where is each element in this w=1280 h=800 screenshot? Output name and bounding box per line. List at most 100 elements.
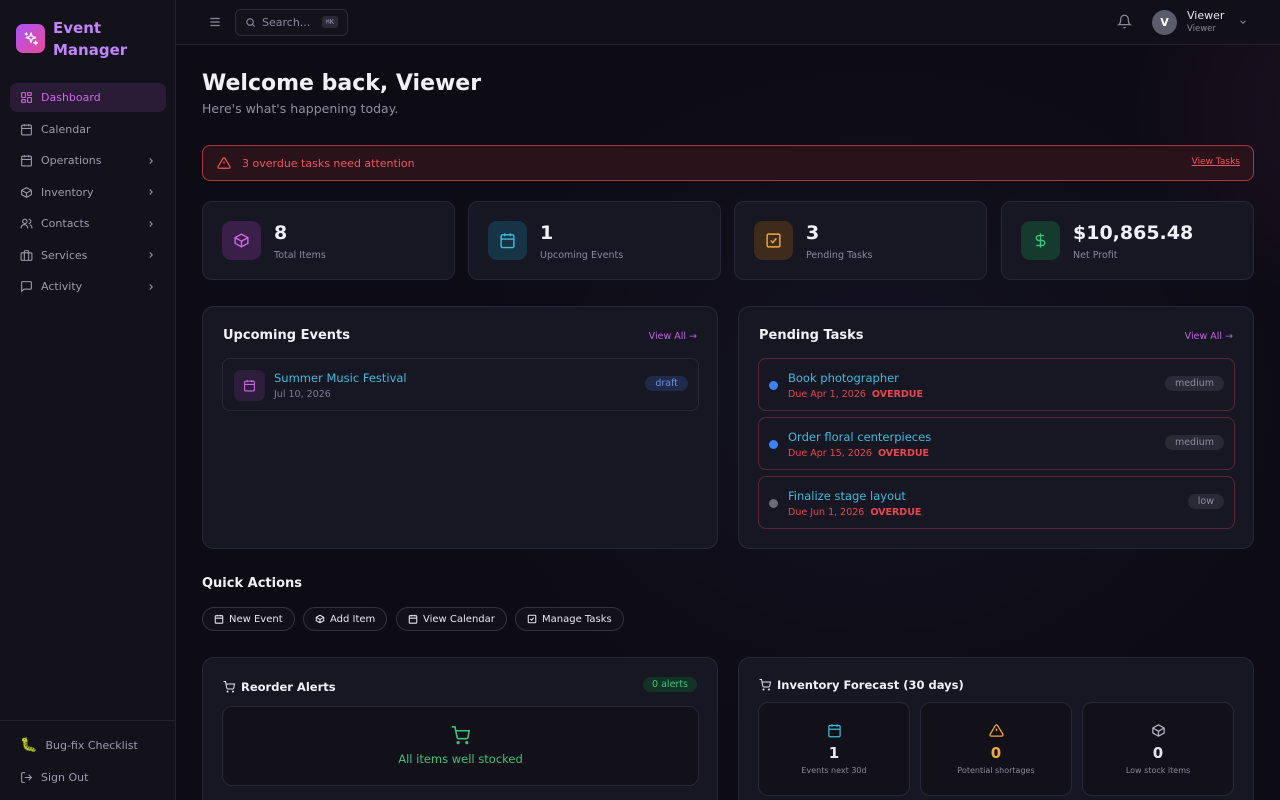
package-icon (1152, 724, 1165, 737)
chevron-right-icon (149, 252, 153, 258)
calendar-icon (21, 123, 32, 135)
forecast-card-low-stock: 0 Low stock items (1082, 702, 1234, 796)
bug-icon: 🐛 (20, 737, 38, 753)
task-name[interactable]: Finalize stage layout (788, 489, 906, 503)
button-label: New Event (229, 613, 283, 625)
calendar-icon (488, 221, 527, 260)
task-row[interactable]: Finalize stage layout Due Jun 1, 2026 OVE… (758, 476, 1235, 529)
stat-card-net-profit[interactable]: $10,865.48 Net Profit (1001, 201, 1254, 280)
priority-badge: low (1187, 494, 1224, 509)
bug-fix-checklist-link[interactable]: 🐛 Bug-fix Checklist (0, 729, 176, 761)
quick-actions-title: Quick Actions (202, 576, 303, 591)
dollar-sign-icon (1021, 221, 1060, 260)
sidebar-footer: 🐛 Bug-fix Checklist Sign Out (0, 720, 176, 793)
task-due-date: Due Apr 15, 2026 (788, 448, 872, 459)
sidebar-item-calendar[interactable]: Calendar (10, 115, 166, 144)
view-calendar-button[interactable]: View Calendar (396, 607, 507, 631)
priority-badge: medium (1164, 435, 1224, 450)
pending-tasks-panel: Pending Tasks View All → Book photograph… (738, 306, 1254, 549)
view-all-tasks-link[interactable]: View All → (1185, 331, 1233, 342)
sidebar-item-label: Calendar (41, 122, 91, 136)
sidebar-nav: Dashboard Calendar Operations Inventory … (10, 83, 166, 304)
task-due: Due Apr 15, 2026 OVERDUE (788, 448, 929, 459)
chevron-right-icon (149, 157, 153, 164)
stat-value: 3 (806, 222, 820, 244)
topbar: Search... ⌘K V Viewer Viewer (176, 0, 1280, 45)
package-icon (315, 614, 325, 624)
reorder-alerts-panel: Reorder Alerts 0 alerts All items well s… (202, 657, 718, 800)
task-row[interactable]: Book photographer Due Apr 1, 2026 OVERDUE… (758, 358, 1235, 411)
bell-icon[interactable] (1117, 14, 1132, 29)
shopping-cart-icon (451, 726, 470, 745)
package-icon (222, 221, 261, 260)
calendar-icon (214, 614, 224, 624)
priority-dot (769, 499, 778, 508)
alert-message: 3 overdue tasks need attention (242, 156, 415, 170)
task-name[interactable]: Order floral centerpieces (788, 430, 931, 444)
sidebar: Event Manager Dashboard Calendar Operati… (0, 0, 176, 800)
sidebar-item-inventory[interactable]: Inventory (10, 178, 166, 207)
empty-state: All items well stocked (222, 706, 699, 786)
forecast-title: Inventory Forecast (30 days) (777, 678, 964, 692)
sidebar-item-label: Operations (41, 154, 102, 167)
briefcase-icon (20, 249, 33, 261)
calendar-clock-icon (21, 155, 32, 167)
chevron-right-icon (149, 220, 153, 227)
warning-triangle-icon (989, 724, 1004, 737)
alerts-count-badge: 0 alerts (643, 677, 697, 692)
reorder-alerts-title: Reorder Alerts (241, 680, 336, 694)
overdue-alert-banner: 3 overdue tasks need attention View Task… (202, 145, 1254, 181)
avatar[interactable]: V (1152, 10, 1177, 35)
sidebar-item-contacts[interactable]: Contacts (10, 209, 166, 238)
sidebar-item-label: Services (41, 248, 88, 262)
event-row[interactable]: Summer Music Festival Jul 10, 2026 draft (222, 358, 699, 411)
add-item-button[interactable]: Add Item (303, 607, 388, 631)
forecast-label: Low stock items (1125, 766, 1191, 775)
sign-out-button[interactable]: Sign Out (0, 761, 176, 793)
overdue-label: OVERDUE (871, 389, 923, 400)
manage-tasks-button[interactable]: Manage Tasks (515, 607, 624, 631)
chevron-down-icon[interactable] (1238, 17, 1248, 27)
package-icon (21, 186, 32, 198)
brand[interactable]: Event Manager (16, 17, 143, 61)
menu-icon[interactable] (208, 15, 222, 29)
message-square-icon (21, 281, 32, 293)
forecast-label: Potential shortages (957, 766, 1035, 775)
stat-card-pending-tasks[interactable]: 3 Pending Tasks (734, 201, 987, 280)
stat-value: 8 (274, 222, 288, 244)
sidebar-item-label: Dashboard (41, 91, 101, 104)
sidebar-item-label: Contacts (41, 217, 90, 230)
calendar-icon (828, 724, 841, 738)
upcoming-events-panel: Upcoming Events View All → Summer Music … (202, 306, 718, 549)
sidebar-item-operations[interactable]: Operations (10, 146, 166, 175)
brand-line-2: Manager (53, 41, 128, 59)
overdue-label: OVERDUE (870, 507, 922, 518)
stat-label: Upcoming Events (540, 250, 624, 261)
sidebar-item-label: Inventory (41, 185, 94, 199)
event-name[interactable]: Summer Music Festival (274, 371, 407, 385)
task-name[interactable]: Book photographer (788, 371, 899, 385)
calendar-icon (408, 614, 418, 624)
new-event-button[interactable]: New Event (202, 607, 295, 631)
page-subtitle: Here's what's happening today. (202, 101, 399, 116)
chevron-right-icon (149, 189, 153, 195)
panel-title: Inventory Forecast (30 days) (759, 678, 964, 692)
forecast-label: Events next 30d (801, 766, 867, 775)
priority-dot (769, 381, 778, 390)
task-row[interactable]: Order floral centerpieces Due Apr 15, 20… (758, 417, 1235, 470)
sidebar-item-dashboard[interactable]: Dashboard (10, 83, 166, 112)
user-name[interactable]: Viewer (1187, 9, 1224, 22)
button-label: Manage Tasks (542, 613, 612, 625)
calendar-icon (234, 370, 265, 401)
view-all-events-link[interactable]: View All → (649, 331, 697, 342)
event-date: Jul 10, 2026 (274, 389, 331, 400)
sidebar-item-services[interactable]: Services (10, 241, 166, 270)
sidebar-item-activity[interactable]: Activity (10, 272, 166, 301)
stat-card-total-items[interactable]: 8 Total Items (202, 201, 455, 280)
view-tasks-link[interactable]: View Tasks (1192, 157, 1240, 167)
stat-card-upcoming-events[interactable]: 1 Upcoming Events (468, 201, 721, 280)
panel-title: Reorder Alerts (223, 680, 336, 694)
chevron-right-icon (149, 283, 153, 290)
sparkles-logo-icon (16, 24, 45, 53)
search-input[interactable]: Search... ⌘K (235, 9, 348, 36)
